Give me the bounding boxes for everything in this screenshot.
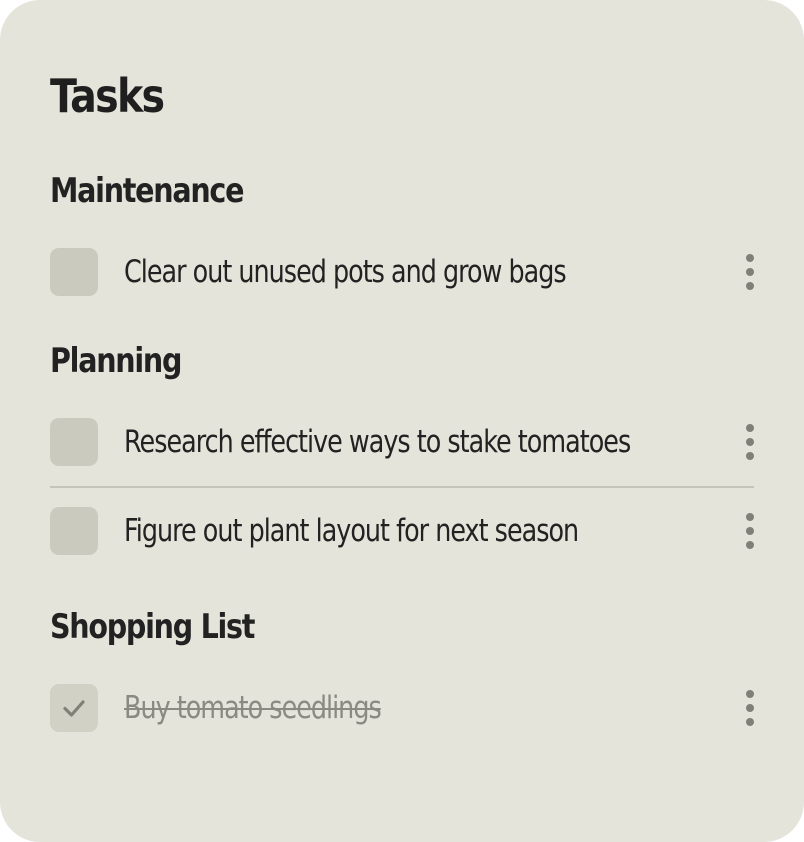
task-checkbox-checked[interactable] (50, 684, 98, 732)
task-label: Research effective ways to stake tomatoe… (124, 424, 631, 460)
task-label: Clear out unused pots and grow bags (124, 254, 567, 290)
more-options-icon[interactable] (738, 684, 762, 732)
page-title: Tasks (50, 69, 165, 123)
section-title-planning: Planning (50, 341, 182, 381)
dot (746, 541, 754, 549)
dot (746, 452, 754, 460)
task-checkbox[interactable] (50, 507, 98, 555)
task-checkbox[interactable] (50, 248, 98, 296)
dot (746, 268, 754, 276)
section-shopping-list: Shopping List Buy tomato seedlings (50, 604, 754, 752)
section-title-maintenance: Maintenance (50, 171, 244, 211)
dot (746, 527, 754, 535)
task-row: Research effective ways to stake tomatoe… (50, 398, 754, 486)
dot (746, 704, 754, 712)
more-options-icon[interactable] (738, 248, 762, 296)
task-row: Figure out plant layout for next season (50, 486, 754, 574)
more-options-icon[interactable] (738, 418, 762, 466)
task-checkbox[interactable] (50, 418, 98, 466)
section-title-shopping-list: Shopping List (50, 607, 255, 647)
dot (746, 438, 754, 446)
task-label: Figure out plant layout for next season (124, 513, 579, 549)
task-label: Buy tomato seedlings (124, 690, 382, 726)
tasks-card: Tasks Maintenance Clear out unused pots … (0, 0, 804, 842)
dot (746, 424, 754, 432)
task-row: Clear out unused pots and grow bags (50, 228, 754, 316)
dot (746, 718, 754, 726)
more-options-icon[interactable] (738, 507, 762, 555)
dot (746, 254, 754, 262)
dot (746, 690, 754, 698)
section-maintenance: Maintenance Clear out unused pots and gr… (50, 168, 754, 316)
dot (746, 282, 754, 290)
dot (746, 513, 754, 521)
check-icon (63, 700, 85, 717)
task-row: Buy tomato seedlings (50, 664, 754, 752)
section-planning: Planning Research effective ways to stak… (50, 338, 754, 574)
